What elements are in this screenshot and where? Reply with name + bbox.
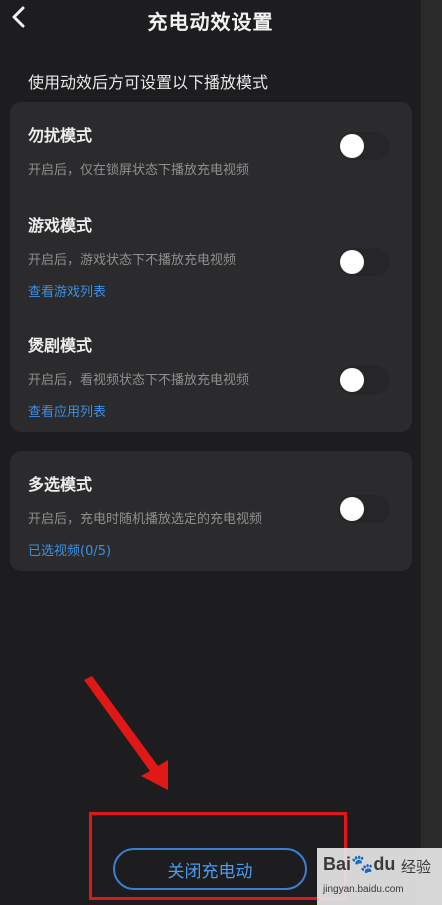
annotation-highlight-box [89, 812, 347, 900]
watermark-text: 经验 [401, 858, 432, 876]
arrow-shape [84, 676, 168, 790]
charging-animation-settings-page: 充电动效设置 使用动效后方可设置以下播放模式 勿扰模式 开启后，仅在锁屏状态下播… [0, 0, 442, 905]
watermark-logo: Bai🐾du [323, 854, 396, 874]
baidu-jingyan-watermark: Bai🐾du 经验 jingyan.baidu.com [317, 848, 442, 905]
annotation-arrow [84, 676, 168, 790]
watermark-url: jingyan.baidu.com [323, 884, 404, 895]
